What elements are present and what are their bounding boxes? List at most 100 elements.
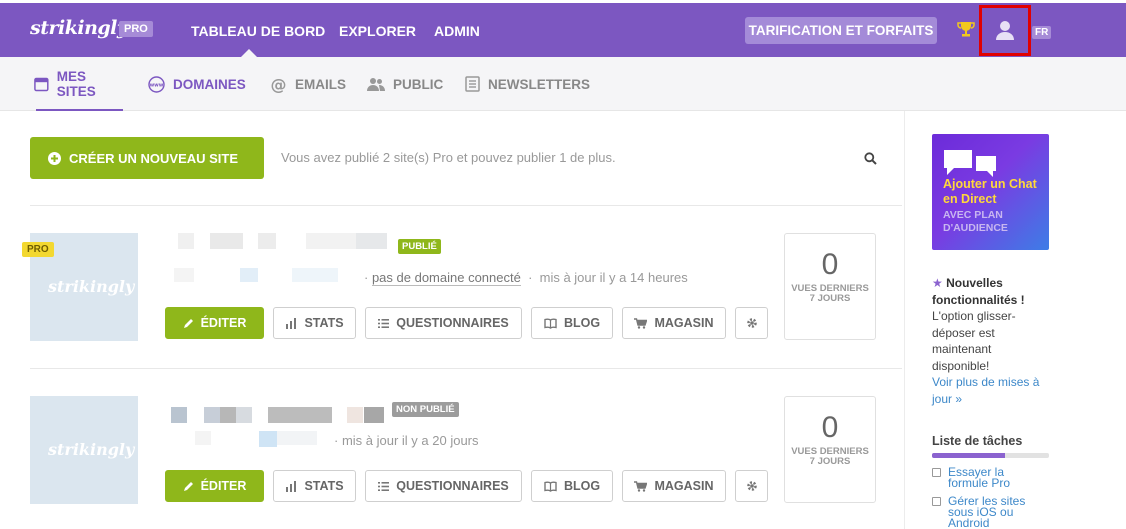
tasks-progress-bar — [932, 453, 1049, 458]
nav-admin[interactable]: ADMIN — [434, 23, 480, 39]
views-count: 0 — [821, 411, 839, 444]
create-site-label: CRÉER UN NOUVEAU SITE — [69, 150, 239, 166]
updated-time: mis à jour il y a 14 heures — [539, 270, 688, 285]
forms-label: QUESTIONNAIRES — [396, 316, 509, 330]
tab-public[interactable]: PUBLIC — [367, 57, 443, 111]
edit-label: ÉDITER — [200, 316, 247, 330]
active-nav-indicator — [241, 49, 257, 57]
blog-button[interactable]: BLOG — [531, 470, 613, 502]
list-icon — [378, 481, 390, 491]
star-icon: ★ — [932, 276, 943, 290]
pencil-icon — [183, 318, 193, 328]
site-meta: · mis à jour il y a 20 jours — [334, 433, 479, 448]
people-icon — [367, 77, 385, 91]
pencil-icon — [183, 481, 193, 491]
chat-bubbles-icon — [944, 150, 996, 177]
bar-chart-icon — [286, 317, 297, 329]
sidebar-divider — [904, 111, 905, 529]
svg-text:www: www — [150, 82, 164, 88]
site-thumbnail[interactable]: strikingly — [30, 396, 138, 504]
tab-label: PUBLIC — [393, 76, 444, 92]
gear-icon — [746, 481, 757, 491]
tab-domains[interactable]: www DOMAINES — [148, 57, 246, 111]
edit-button[interactable]: ÉDITER — [165, 307, 264, 339]
tab-label: MES SITES — [56, 69, 96, 99]
pro-badge: PRO — [22, 242, 54, 257]
divider — [30, 205, 902, 206]
views-count: 0 — [821, 248, 839, 281]
blog-button[interactable]: BLOG — [531, 307, 613, 339]
live-chat-promo[interactable]: Ajouter un Chat en Direct AVEC PLAN D'AU… — [932, 134, 1049, 250]
sub-navbar: MES SITES www DOMAINES @ EMAILS PUBLIC N… — [0, 57, 1126, 111]
thumbnail-logo: strikingly — [48, 440, 135, 459]
newsletter-icon — [465, 76, 480, 92]
task-label[interactable]: Gérer les sites sous iOS ou Android — [948, 495, 1042, 529]
site-settings-button[interactable] — [735, 470, 768, 502]
promo-subtitle: AVEC PLAN D'AUDIENCE — [943, 209, 1008, 234]
task-checkbox[interactable] — [932, 468, 941, 477]
forms-button[interactable]: QUESTIONNAIRES — [365, 307, 522, 339]
site-settings-button[interactable] — [735, 307, 768, 339]
browser-icon — [34, 77, 49, 91]
site-meta: · pas de domaine connecté · mis à jour i… — [364, 270, 688, 286]
tab-emails[interactable]: @ EMAILS — [270, 57, 347, 111]
bar-chart-icon — [286, 480, 297, 492]
news-panel: ★ Nouvelles fonctionnalités ! L'option g… — [932, 275, 1052, 407]
tab-my-sites[interactable]: MES SITES — [34, 57, 123, 111]
cart-icon — [634, 480, 648, 492]
views-label: VUES DERNIERS 7 JOURS — [791, 283, 869, 304]
list-icon — [378, 318, 390, 328]
tasks-progress-fill — [932, 453, 1005, 458]
news-title: Nouvelles fonctionnalités ! — [932, 276, 1025, 307]
tab-label: DOMAINES — [173, 76, 246, 92]
blog-label: BLOG — [563, 479, 601, 493]
plus-circle-icon — [48, 151, 61, 165]
promo-title: Ajouter un Chat en Direct — [943, 177, 1037, 206]
status-badge: PUBLIÉ — [398, 239, 441, 254]
nav-dashboard[interactable]: TABLEAU DE BORD — [191, 23, 325, 39]
stats-button[interactable]: STATS — [273, 307, 356, 339]
blog-label: BLOG — [563, 316, 601, 330]
task-label[interactable]: Essayer la formule Pro — [948, 466, 1042, 489]
store-button[interactable]: MAGASIN — [622, 307, 726, 339]
language-badge[interactable]: FR — [1032, 26, 1052, 39]
stats-button[interactable]: STATS — [273, 470, 356, 502]
views-counter: 0 VUES DERNIERS 7 JOURS — [784, 396, 876, 503]
create-site-button[interactable]: CRÉER UN NOUVEAU SITE — [30, 137, 264, 179]
forms-label: QUESTIONNAIRES — [396, 479, 509, 493]
pricing-button[interactable]: TARIFICATION ET FORFAITS — [745, 17, 937, 44]
tasks-title: Liste de tâches — [932, 434, 1023, 448]
task-checkbox[interactable] — [932, 497, 941, 506]
thumbnail-logo: strikingly — [48, 277, 135, 296]
views-counter: 0 VUES DERNIERS 7 JOURS — [784, 233, 876, 340]
edit-label: ÉDITER — [200, 479, 247, 493]
tab-label: NEWSLETTERS — [488, 76, 591, 92]
plan-badge: PRO — [119, 21, 153, 37]
gear-icon — [746, 318, 757, 328]
divider — [30, 368, 902, 369]
edit-button[interactable]: ÉDITER — [165, 470, 264, 502]
book-icon — [544, 480, 557, 492]
forms-button[interactable]: QUESTIONNAIRES — [365, 470, 522, 502]
at-icon: @ — [271, 76, 287, 93]
store-label: MAGASIN — [654, 479, 714, 493]
domain-link[interactable]: pas de domaine connecté — [371, 270, 521, 286]
news-more-link[interactable]: Voir plus de mises à jour » — [932, 374, 1052, 407]
nav-explore[interactable]: EXPLORER — [339, 23, 416, 39]
top-navbar: strikingly PRO TABLEAU DE BORD EXPLORER … — [0, 3, 1126, 57]
task-item[interactable]: Gérer les sites sous iOS ou Android — [932, 495, 1042, 529]
store-label: MAGASIN — [654, 316, 714, 330]
task-item[interactable]: Essayer la formule Pro — [932, 466, 1042, 489]
stats-label: STATS — [304, 316, 344, 330]
news-body: L'option glisser-déposer est maintenant … — [932, 309, 1016, 373]
search-icon[interactable] — [864, 152, 877, 165]
www-icon: www — [148, 75, 165, 93]
tab-newsletters[interactable]: NEWSLETTERS — [465, 57, 590, 111]
cart-icon — [634, 317, 648, 329]
book-icon — [544, 317, 557, 329]
trophy-icon[interactable] — [957, 20, 975, 38]
user-icon — [996, 21, 1014, 40]
store-button[interactable]: MAGASIN — [622, 470, 726, 502]
user-menu-button[interactable] — [979, 5, 1031, 56]
strikingly-logo[interactable]: strikingly — [30, 17, 128, 39]
